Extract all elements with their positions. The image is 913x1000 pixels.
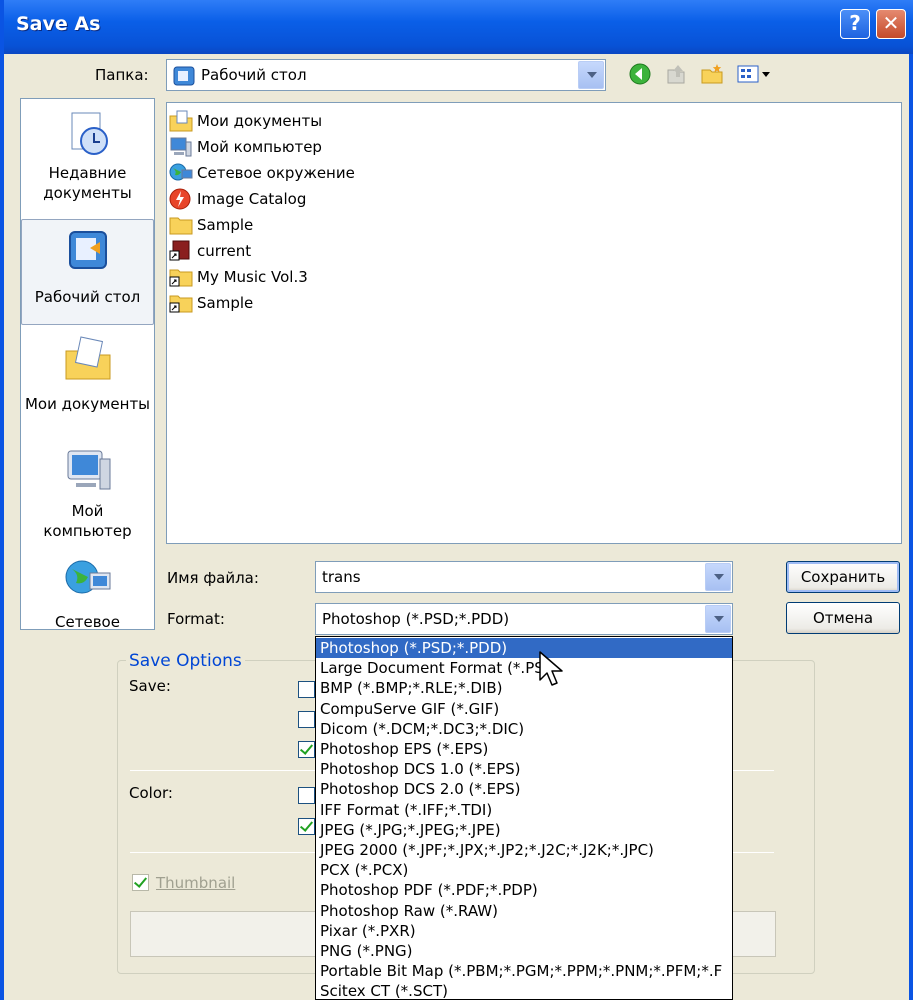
format-option[interactable]: Large Document Format (*.PS (316, 658, 732, 678)
new-folder-icon[interactable] (700, 62, 724, 86)
title-bar[interactable]: Save As ? ✕ (4, 0, 913, 54)
format-label: Format: (167, 610, 225, 628)
format-option[interactable]: Photoshop PDF (*.PDF;*.PDP) (316, 880, 732, 900)
my-computer-icon (170, 137, 192, 157)
folder-shortcut-icon (169, 295, 193, 313)
color-option-checkbox-2[interactable] (298, 818, 315, 835)
save-option-checkbox-1[interactable] (298, 681, 315, 698)
help-button[interactable]: ? (840, 9, 870, 39)
format-value: Photoshop (*.PSD;*.PDD) (322, 610, 510, 628)
place-label: Мои документы (24, 395, 151, 413)
view-menu-icon[interactable] (736, 62, 772, 86)
look-in-label: Папка: (95, 66, 149, 84)
format-combobox[interactable]: Photoshop (*.PSD;*.PDD) (315, 603, 733, 635)
place-label: Мой компьютер (43, 502, 132, 540)
desktop-icon (173, 66, 195, 86)
filename-input[interactable]: trans (315, 561, 733, 593)
my-documents-icon (169, 110, 193, 132)
list-item[interactable]: Sample (169, 212, 253, 238)
format-option[interactable]: Scitex CT (*.SCT) (316, 981, 732, 999)
format-option[interactable]: JPEG 2000 (*.JPF;*.JPX;*.JP2;*.J2C;*.J2K… (316, 840, 732, 860)
color-label: Color: (129, 784, 173, 802)
save-as-dialog: Save As ? ✕ Папка: Рабочий стол Недавние… (0, 0, 913, 1000)
format-option[interactable]: Photoshop (*.PSD;*.PDD) (316, 638, 732, 659)
save-option-checkbox-2[interactable] (298, 711, 315, 728)
place-my-documents[interactable]: Мои документы (21, 335, 154, 435)
shortcut-icon (169, 240, 190, 261)
file-name: Sample (197, 216, 254, 234)
format-option[interactable]: PNG (*.PNG) (316, 941, 732, 961)
list-item[interactable]: Мой компьютер (169, 134, 322, 160)
format-option[interactable]: CompuServe GIF (*.GIF) (316, 699, 732, 719)
save-button[interactable]: Сохранить (786, 561, 900, 593)
my-documents-icon (65, 336, 110, 380)
file-name: My Music Vol.3 (197, 268, 308, 286)
window-title: Save As (16, 13, 101, 35)
my-computer-icon (67, 450, 110, 490)
place-my-computer[interactable]: Мой компьютер (21, 445, 154, 545)
back-icon[interactable] (628, 62, 652, 86)
look-in-value: Рабочий стол (201, 66, 307, 84)
file-name: Сетевое окружение (197, 164, 355, 182)
thumbnail-checkbox[interactable] (132, 874, 149, 891)
network-icon (65, 560, 110, 594)
place-label: Рабочий стол (34, 288, 141, 306)
save-label: Save: (129, 677, 171, 695)
mouse-cursor-icon (539, 651, 563, 686)
cancel-button[interactable]: Отмена (786, 602, 900, 634)
list-item[interactable]: current (169, 238, 251, 264)
file-name: Мой компьютер (197, 138, 322, 156)
format-option[interactable]: PCX (*.PCX) (316, 860, 732, 880)
file-list[interactable]: Мои документы Мой компьютер Сетевое окру… (166, 102, 902, 544)
folder-icon (169, 217, 193, 235)
chevron-down-icon[interactable] (578, 61, 604, 89)
format-option[interactable]: Pixar (*.PXR) (316, 921, 732, 941)
close-button[interactable]: ✕ (876, 9, 906, 39)
format-dropdown-list[interactable]: Photoshop (*.PSD;*.PDD) Large Document F… (315, 636, 733, 1000)
format-option[interactable]: Photoshop DCS 2.0 (*.EPS) (316, 779, 732, 799)
thumbnail-label: Thumbnail (156, 874, 236, 892)
file-name: Image Catalog (197, 190, 307, 208)
place-recent-documents[interactable]: Недавние документы (21, 107, 154, 211)
format-option[interactable]: Photoshop Raw (*.RAW) (316, 901, 732, 921)
place-label: Сетевое (55, 613, 120, 630)
list-item[interactable]: Мои документы (169, 108, 322, 134)
format-option[interactable]: Dicom (*.DCM;*.DC3;*.DIC) (316, 719, 732, 739)
file-name: Sample (197, 294, 254, 312)
format-option[interactable]: Photoshop EPS (*.EPS) (316, 739, 732, 759)
recent-documents-icon (71, 112, 108, 155)
place-network[interactable]: Сетевое (21, 555, 154, 630)
list-item[interactable]: Сетевое окружение (169, 160, 355, 186)
list-item[interactable]: Sample (169, 290, 253, 316)
format-option[interactable]: Portable Bit Map (*.PBM;*.PGM;*.PPM;*.PN… (316, 961, 732, 981)
file-name: current (197, 242, 252, 260)
file-name: Мои документы (197, 112, 323, 130)
format-option[interactable]: Photoshop DCS 1.0 (*.EPS) (316, 759, 732, 779)
folder-shortcut-icon (169, 269, 193, 287)
format-option[interactable]: IFF Format (*.IFF;*.TDI) (316, 800, 732, 820)
network-icon (169, 163, 193, 181)
save-option-checkbox-3[interactable] (298, 741, 315, 758)
color-option-checkbox-1[interactable] (298, 787, 315, 804)
desktop-icon (68, 231, 107, 269)
place-desktop[interactable]: Рабочий стол (21, 219, 154, 325)
flash-icon (169, 188, 191, 210)
save-options-legend: Save Options (126, 651, 245, 671)
chevron-down-icon[interactable] (705, 605, 731, 633)
list-item[interactable]: My Music Vol.3 (169, 264, 308, 290)
filename-label: Имя файла: (167, 569, 259, 587)
place-label: Недавние документы (43, 164, 132, 202)
look-in-combobox[interactable]: Рабочий стол (166, 59, 606, 91)
format-option[interactable]: BMP (*.BMP;*.RLE;*.DIB) (316, 678, 732, 698)
list-item[interactable]: Image Catalog (169, 186, 306, 212)
format-option[interactable]: JPEG (*.JPG;*.JPEG;*.JPE) (316, 820, 732, 840)
up-folder-icon[interactable] (664, 62, 688, 86)
places-bar: Недавние документы Рабочий стол Мои доку… (20, 98, 155, 630)
filename-value: trans (322, 568, 361, 586)
chevron-down-icon[interactable] (705, 563, 731, 591)
